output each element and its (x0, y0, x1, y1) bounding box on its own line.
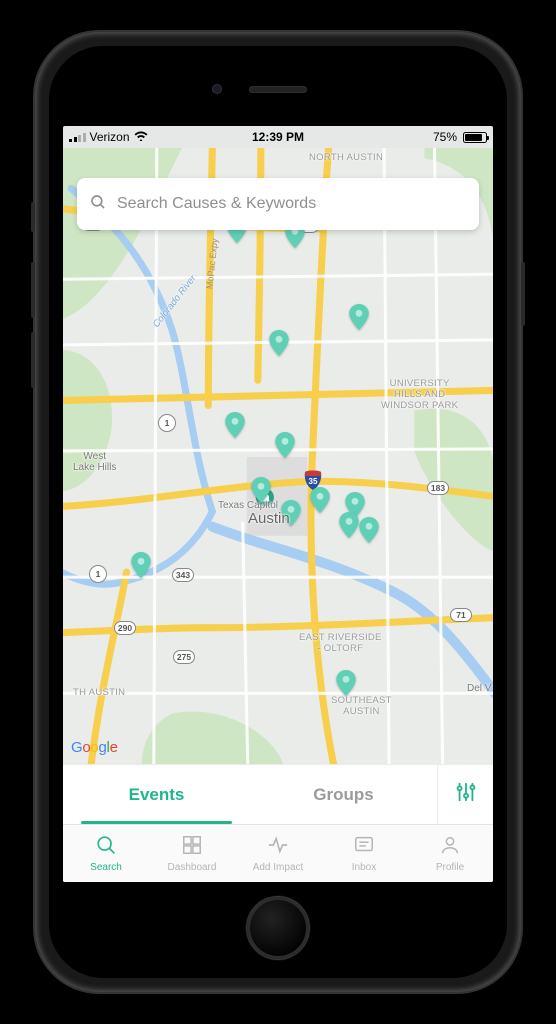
phone-camera (212, 84, 222, 94)
map-city-label: Austin (248, 513, 290, 524)
phone-mute-switch (31, 202, 35, 232)
road-shield: 275 (173, 650, 195, 664)
tab-label: Add Impact (253, 862, 304, 873)
road-shield: 1 (89, 565, 107, 583)
map-label: UNIVERSITY HILLS AND WINDSOR PARK (381, 378, 458, 411)
carrier-label: Verizon (90, 130, 130, 144)
google-logo: Google (71, 739, 118, 756)
search-icon (89, 193, 107, 216)
tab-label: Inbox (352, 862, 376, 873)
tab-label: Profile (436, 862, 464, 873)
event-marker[interactable] (275, 432, 295, 458)
phone-bezel: Verizon 12:39 PM 75% (49, 46, 507, 978)
segment-row: Events Groups (63, 764, 493, 824)
signal-icon (69, 132, 86, 142)
tab-label: Search (90, 862, 122, 873)
chat-icon (353, 834, 375, 859)
pulse-icon (267, 834, 289, 859)
phone-home-button[interactable] (247, 897, 309, 959)
segment-groups[interactable]: Groups (250, 765, 437, 824)
phone-volume-up (31, 262, 35, 318)
phone-frame: Verizon 12:39 PM 75% (35, 32, 521, 992)
tab-bar: Search Dashboard Add Impact Inbox Profil… (63, 824, 493, 882)
tab-profile[interactable]: Profile (407, 825, 493, 882)
map-view[interactable]: MoPac Expy Texas CapitolUNIVERSITY HILLS… (63, 148, 493, 764)
map-label: Del V (467, 683, 491, 694)
event-marker[interactable] (349, 304, 369, 330)
tab-label: Dashboard (168, 862, 217, 873)
event-marker[interactable] (269, 330, 289, 356)
event-marker[interactable] (336, 670, 356, 696)
map-label: SOUTHEAST AUSTIN (331, 695, 392, 717)
map-label: TH AUSTIN (73, 687, 125, 698)
battery-icon (463, 132, 487, 143)
event-marker[interactable] (339, 512, 359, 538)
search-bar[interactable] (77, 178, 479, 230)
segment-label: Groups (313, 785, 373, 805)
map-label: West Lake Hills (73, 451, 116, 473)
event-marker[interactable] (359, 517, 379, 543)
search-icon (95, 834, 117, 859)
event-marker[interactable] (225, 412, 245, 438)
wifi-icon (134, 130, 148, 144)
clock: 12:39 PM (252, 130, 304, 144)
tab-dashboard[interactable]: Dashboard (149, 825, 235, 882)
map-label: NORTH AUSTIN (309, 152, 383, 163)
road-shield: 290 (114, 621, 136, 635)
event-marker[interactable] (131, 552, 151, 578)
tab-search[interactable]: Search (63, 825, 149, 882)
event-marker[interactable] (310, 487, 330, 513)
battery-pct: 75% (433, 130, 457, 144)
search-input[interactable] (117, 195, 467, 213)
segment-label: Events (129, 785, 185, 805)
grid-icon (181, 834, 203, 859)
phone-volume-down (31, 332, 35, 388)
status-bar: Verizon 12:39 PM 75% (63, 126, 493, 148)
svg-text:35: 35 (309, 477, 318, 486)
sliders-icon (455, 781, 477, 808)
road-shield: 71 (450, 608, 472, 622)
road-shield: 183 (427, 481, 449, 495)
filter-button[interactable] (437, 765, 493, 824)
phone-speaker (249, 86, 307, 93)
tab-inbox[interactable]: Inbox (321, 825, 407, 882)
screen: Verizon 12:39 PM 75% (63, 126, 493, 882)
event-marker[interactable] (251, 477, 271, 503)
segment-events[interactable]: Events (63, 765, 250, 824)
road-shield: 1 (158, 414, 176, 432)
user-icon (439, 834, 461, 859)
tab-add-impact[interactable]: Add Impact (235, 825, 321, 882)
map-label: EAST RIVERSIDE - OLTORF (299, 632, 382, 654)
road-shield: 343 (172, 568, 194, 582)
phone-power (521, 262, 525, 326)
